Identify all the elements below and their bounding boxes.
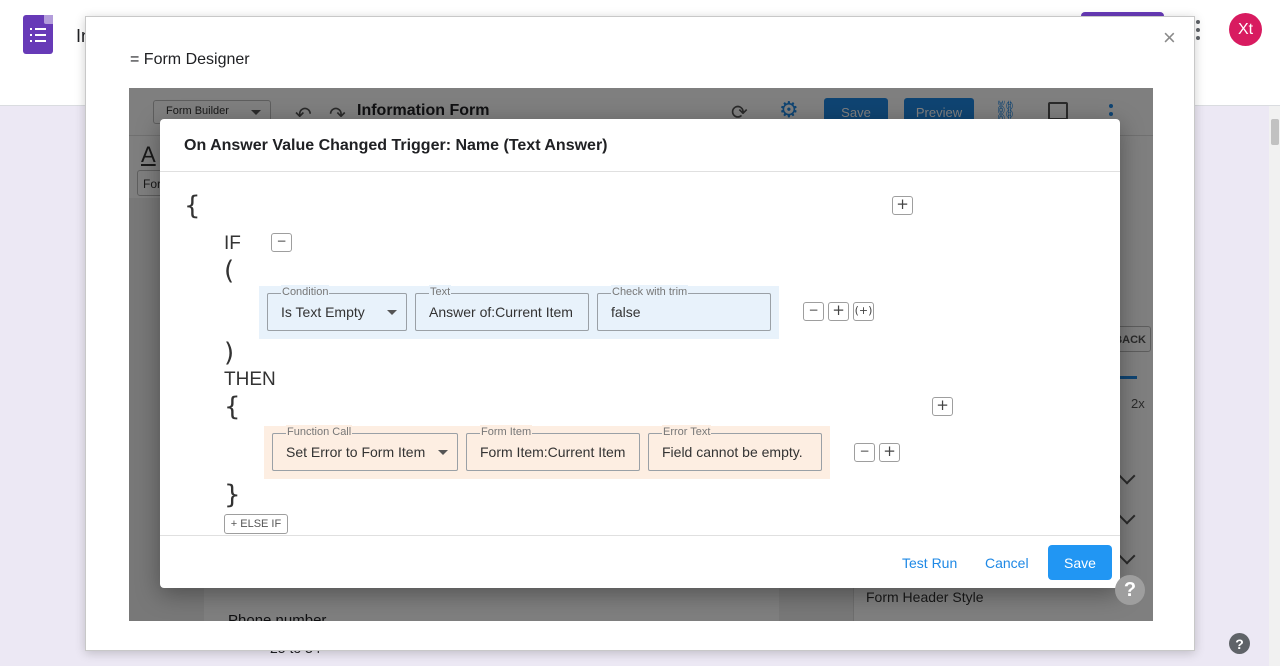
page-scrollbar[interactable] — [1269, 106, 1280, 666]
field-label: Error Text — [662, 425, 712, 439]
modal-title: = Form Designer — [130, 51, 250, 68]
dialog-title: On Answer Value Changed Trigger: Name (T… — [184, 137, 608, 154]
field-label: Text — [429, 285, 452, 299]
cancel-button[interactable]: Cancel — [985, 555, 1029, 571]
trigger-dialog: On Answer Value Changed Trigger: Name (T… — [160, 119, 1120, 588]
open-brace: { — [224, 392, 241, 422]
forms-logo-icon[interactable] — [23, 15, 53, 54]
add-condition-button[interactable]: + — [828, 302, 849, 321]
condition-row: Condition Is Text Empty Text Answer of:C… — [259, 285, 779, 339]
remove-action-button[interactable]: − — [854, 443, 875, 462]
help-icon[interactable]: ? — [1115, 575, 1145, 605]
function-call-select[interactable]: Function Call Set Error to Form Item — [272, 425, 458, 471]
field-value: false — [611, 304, 641, 320]
add-group-button[interactable]: (+) — [853, 302, 874, 321]
close-icon[interactable]: × — [1163, 27, 1176, 49]
test-run-button[interactable]: Test Run — [902, 555, 957, 571]
divider — [160, 535, 1120, 536]
chevron-down-icon — [438, 450, 448, 455]
field-value: Set Error to Form Item — [286, 444, 426, 460]
field-label: Function Call — [286, 425, 353, 439]
close-brace: } — [224, 480, 241, 510]
open-paren: ( — [224, 256, 235, 286]
open-brace: { — [184, 191, 201, 221]
else-if-button[interactable]: + ELSE IF — [224, 514, 288, 534]
close-paren: ) — [224, 338, 235, 368]
chevron-down-icon — [387, 310, 397, 315]
action-row: Function Call Set Error to Form Item For… — [264, 425, 830, 479]
trim-input[interactable]: Check with trim false — [597, 285, 771, 331]
field-value: Answer of:Current Item — [429, 304, 573, 320]
remove-condition-button[interactable]: − — [803, 302, 824, 321]
page-help-icon[interactable]: ? — [1229, 633, 1250, 654]
dialog-body: { + IF − ( Condition Is Text Empty Text … — [160, 172, 1120, 535]
text-input[interactable]: Text Answer of:Current Item — [415, 285, 589, 331]
add-block-button[interactable]: + — [892, 196, 913, 215]
field-value: Form Item:Current Item — [480, 444, 626, 460]
field-label: Form Item — [480, 425, 533, 439]
condition-select[interactable]: Condition Is Text Empty — [267, 285, 407, 331]
if-keyword: IF — [224, 233, 241, 254]
form-item-input[interactable]: Form Item Form Item:Current Item — [466, 425, 640, 471]
avatar[interactable]: Xt — [1229, 13, 1262, 46]
field-label: Check with trim — [611, 285, 689, 299]
then-keyword: THEN — [224, 369, 276, 390]
add-action-block-button[interactable]: + — [932, 397, 953, 416]
field-label: Condition — [281, 285, 330, 299]
page-scrollbar-thumb[interactable] — [1271, 119, 1279, 145]
error-text-input[interactable]: Error Text Field cannot be empty. — [648, 425, 822, 471]
remove-if-button[interactable]: − — [271, 233, 292, 252]
field-value: Field cannot be empty. — [662, 444, 803, 460]
save-button[interactable]: Save — [1048, 545, 1112, 580]
add-action-button[interactable]: + — [879, 443, 900, 462]
field-value: Is Text Empty — [281, 304, 365, 320]
